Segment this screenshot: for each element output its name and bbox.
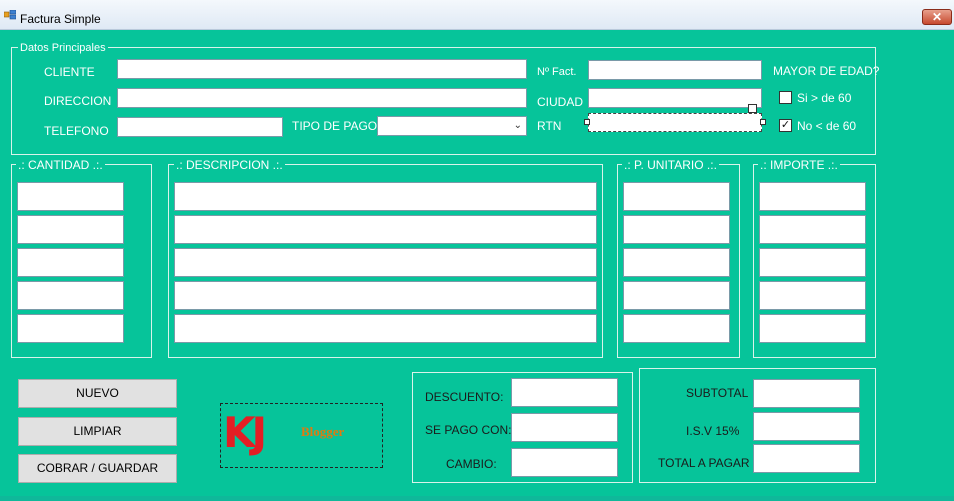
nfact-input[interactable] — [588, 60, 762, 80]
cantidad-input[interactable] — [17, 248, 124, 277]
total-pagar-input[interactable] — [753, 444, 860, 473]
app-icon — [4, 10, 16, 20]
importe-input[interactable] — [759, 314, 866, 343]
se-pago-con-label: SE PAGO CON: — [425, 423, 512, 437]
cantidad-input[interactable] — [17, 281, 124, 310]
si-label: Si > de 60 — [797, 91, 852, 105]
telefono-input[interactable] — [117, 117, 283, 137]
descuento-label: DESCUENTO: — [425, 390, 504, 404]
descuento-input[interactable] — [511, 378, 618, 407]
telefono-label: TELEFONO — [44, 124, 109, 138]
datos-principales-legend: Datos Principales — [18, 42, 108, 54]
nuevo-button[interactable]: NUEVO — [18, 379, 177, 408]
ciudad-input[interactable] — [588, 88, 762, 108]
se-pago-con-input[interactable] — [511, 413, 618, 442]
cliente-input[interactable] — [117, 59, 527, 79]
chevron-down-icon: ⌄ — [513, 120, 522, 131]
no-label: No < de 60 — [797, 119, 857, 133]
importe-input[interactable] — [759, 215, 866, 244]
cambio-input[interactable] — [511, 448, 618, 477]
descripcion-input[interactable] — [174, 314, 597, 343]
importe-legend: .: IMPORTE .:. — [758, 158, 840, 172]
p-unitario-legend: .: P. UNITARIO .:. — [622, 158, 719, 172]
cantidad-input[interactable] — [17, 314, 124, 343]
cliente-label: CLIENTE — [44, 65, 95, 79]
descripcion-input[interactable] — [174, 215, 597, 244]
direccion-input[interactable] — [117, 88, 527, 108]
mayor-edad-label: MAYOR DE EDAD? — [773, 64, 880, 78]
p-unitario-input[interactable] — [623, 182, 730, 211]
rtn-label: RTN — [537, 119, 562, 133]
direccion-label: DIRECCION — [44, 94, 112, 108]
cambio-label: CAMBIO: — [446, 457, 497, 471]
cantidad-input[interactable] — [17, 215, 124, 244]
resize-handle[interactable] — [584, 119, 590, 125]
descripcion-input[interactable] — [174, 182, 597, 211]
window-title: Factura Simple — [20, 12, 101, 26]
importe-input[interactable] — [759, 182, 866, 211]
isv-label: I.S.V 15% — [686, 424, 740, 438]
descripcion-input[interactable] — [174, 281, 597, 310]
cobrar-guardar-button[interactable]: COBRAR / GUARDAR — [18, 454, 177, 483]
kj-blogger-logo: KJ Blogger — [220, 403, 383, 468]
p-unitario-input[interactable] — [623, 281, 730, 310]
cantidad-legend: .: CANTIDAD .:. — [16, 158, 105, 172]
nfact-label: Nº Fact. — [537, 66, 577, 78]
close-icon: ✕ — [931, 10, 943, 24]
window-bottom-edge — [0, 496, 954, 501]
p-unitario-input[interactable] — [623, 248, 730, 277]
ciudad-label: CIUDAD — [537, 95, 584, 109]
importe-input[interactable] — [759, 281, 866, 310]
subtotal-label: SUBTOTAL — [686, 386, 749, 400]
resize-handle[interactable] — [760, 119, 766, 125]
smart-tag-icon[interactable] — [748, 104, 757, 113]
p-unitario-input[interactable] — [623, 314, 730, 343]
close-button[interactable]: ✕ — [922, 9, 952, 25]
rtn-input[interactable] — [588, 113, 762, 132]
p-unitario-input[interactable] — [623, 215, 730, 244]
descripcion-legend: .: DESCRIPCION .:. — [174, 158, 285, 172]
logo-subtext: Blogger — [301, 424, 345, 439]
importe-input[interactable] — [759, 248, 866, 277]
logo-text: KJ — [223, 408, 267, 457]
tipo-pago-label: TIPO DE PAGO — [292, 119, 378, 133]
subtotal-input[interactable] — [753, 379, 860, 408]
si-checkbox[interactable] — [779, 91, 792, 104]
limpiar-button[interactable]: LIMPIAR — [18, 417, 177, 446]
title-bar — [0, 0, 954, 30]
no-checkbox[interactable]: ✓ — [779, 119, 792, 132]
tipo-pago-select[interactable]: ⌄ — [377, 116, 527, 136]
total-pagar-label: TOTAL A PAGAR — [658, 456, 750, 470]
check-icon: ✓ — [780, 119, 791, 131]
isv-input[interactable] — [753, 412, 860, 441]
cantidad-input[interactable] — [17, 182, 124, 211]
descripcion-input[interactable] — [174, 248, 597, 277]
